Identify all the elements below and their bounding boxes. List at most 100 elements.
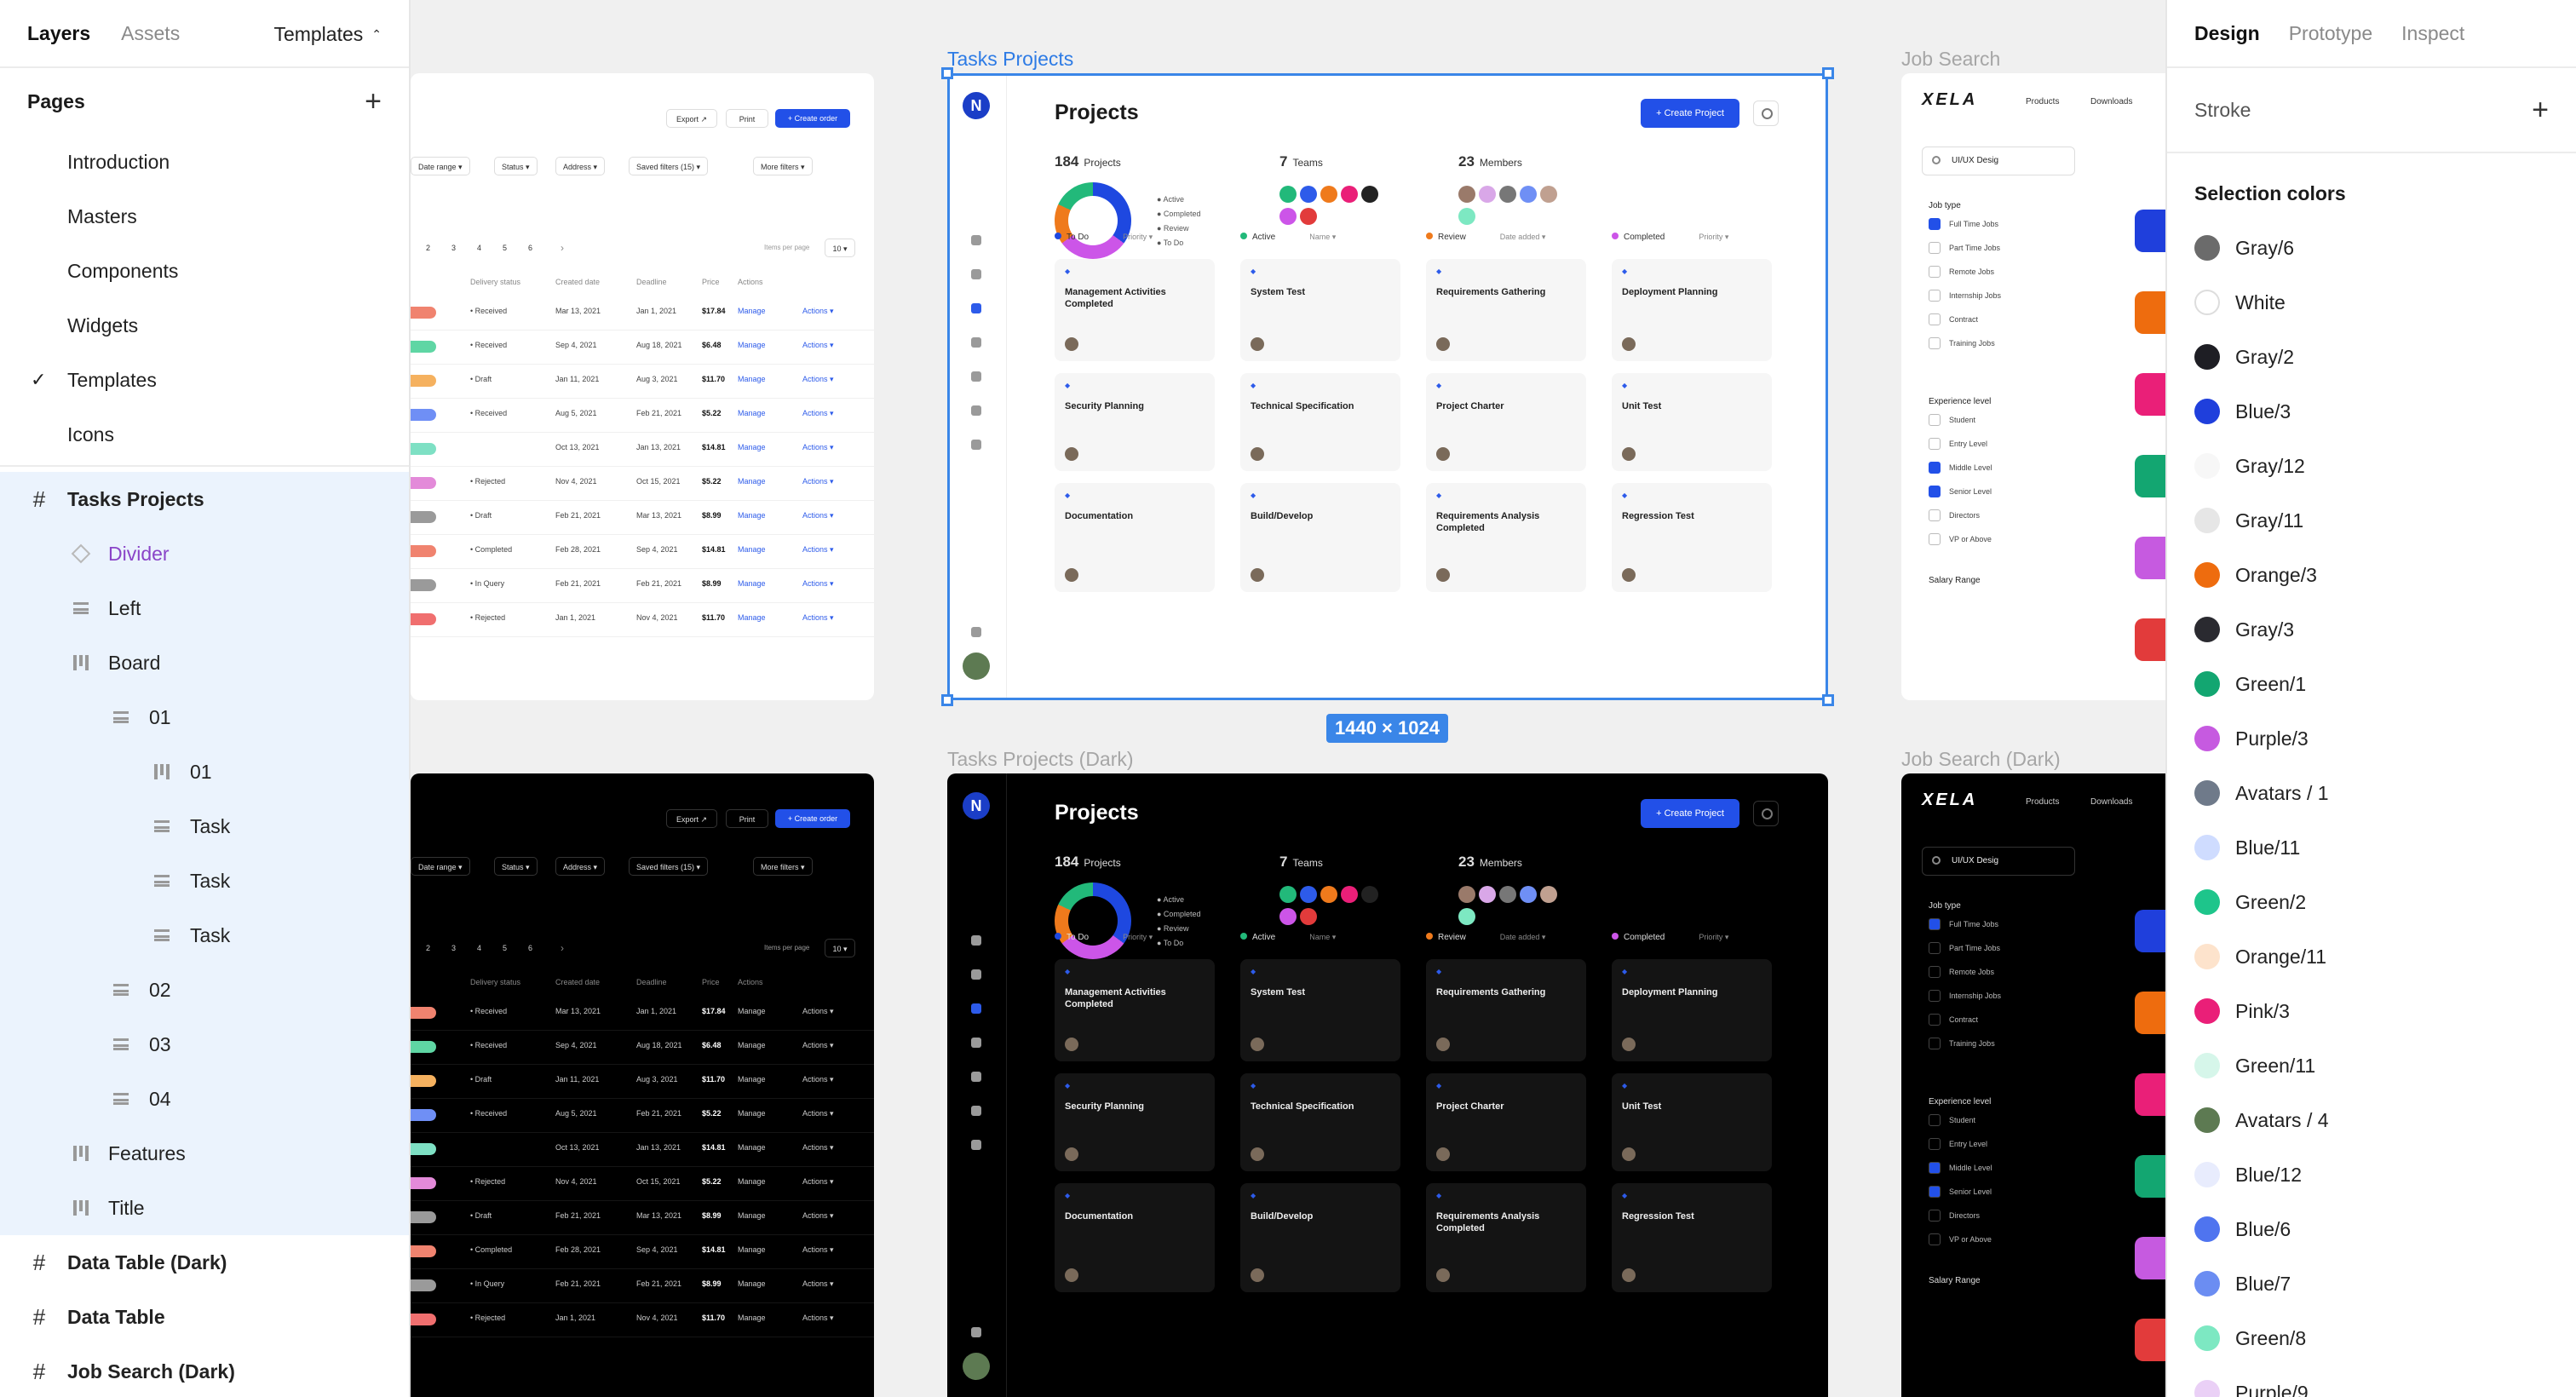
manage-link[interactable]: Manage (738, 511, 766, 520)
column-header[interactable]: Delivery status (470, 978, 520, 986)
checkbox-item[interactable]: Full Time Jobs (1929, 218, 1998, 230)
layer-title[interactable]: Title (0, 1181, 409, 1235)
column-header[interactable]: Actions (738, 278, 763, 286)
member-avatar[interactable] (1540, 886, 1557, 903)
chevron-right-icon[interactable]: › (561, 942, 564, 954)
layer-features[interactable]: Features (0, 1126, 409, 1181)
pagination-page[interactable]: 6 (528, 244, 532, 252)
column-header[interactable]: Deadline (636, 278, 667, 286)
company-logo-card[interactable] (2135, 291, 2165, 334)
task-card[interactable]: ◆ Unit Test (1612, 1073, 1772, 1171)
page-item-widgets[interactable]: Widgets (0, 298, 409, 353)
actions-dropdown[interactable]: Actions ▾ (802, 1314, 834, 1323)
selection-color-row[interactable]: Blue/12 (2167, 1147, 2576, 1202)
checkbox[interactable] (1929, 218, 1941, 230)
column-header[interactable]: Price (702, 278, 720, 286)
layer-task[interactable]: Task (0, 908, 409, 963)
team-icon[interactable] (1320, 886, 1337, 903)
print-button[interactable]: Print (726, 809, 768, 828)
filter-button[interactable]: Status ▾ (494, 857, 538, 876)
frame-label-tasks-projects[interactable]: Tasks Projects (947, 48, 1073, 71)
checkbox[interactable] (1929, 1138, 1941, 1150)
selection-color-row[interactable]: Orange/3 (2167, 548, 2576, 602)
checkbox[interactable] (1929, 337, 1941, 349)
checkbox[interactable] (1929, 918, 1941, 930)
checkbox-item[interactable]: Contract (1929, 313, 1978, 325)
member-avatar[interactable] (1479, 886, 1496, 903)
manage-link[interactable]: Manage (738, 1109, 766, 1118)
pagination-page[interactable]: 2 (426, 944, 430, 952)
layer-04[interactable]: 04 (0, 1072, 409, 1126)
selection-color-row[interactable]: Green/8 (2167, 1311, 2576, 1365)
table-row[interactable]: • Rejected Jan 1, 2021 Nov 4, 2021 $11.70 Ma… (411, 1303, 874, 1337)
actions-dropdown[interactable]: Actions ▾ (802, 613, 834, 623)
selection-color-row[interactable]: Purple/9 (2167, 1365, 2576, 1397)
table-row[interactable]: • In Query Feb 21, 2021 Feb 21, 2021 $8.99 M… (411, 569, 874, 603)
checkbox-item[interactable]: Training Jobs (1929, 337, 1995, 349)
export-button[interactable]: Export ↗ (666, 109, 717, 128)
checkbox[interactable] (1929, 486, 1941, 497)
tab-assets[interactable]: Assets (121, 22, 180, 45)
export-button[interactable]: Export ↗ (666, 809, 717, 828)
member-avatar[interactable] (1458, 908, 1475, 925)
checkbox-item[interactable]: Part Time Jobs (1929, 942, 2000, 954)
checkbox-item[interactable]: Part Time Jobs (1929, 242, 2000, 254)
table-row[interactable]: • Received Sep 4, 2021 Aug 18, 2021 $6.48 Ma… (411, 331, 874, 365)
checkbox[interactable] (1929, 509, 1941, 521)
selection-color-row[interactable]: Gray/3 (2167, 602, 2576, 657)
team-icon[interactable] (1300, 908, 1317, 925)
manage-link[interactable]: Manage (738, 443, 766, 451)
manage-link[interactable]: Manage (738, 1075, 766, 1084)
checkbox-item[interactable]: Training Jobs (1929, 1038, 1995, 1049)
checkbox-item[interactable]: Middle Level (1929, 1162, 1992, 1174)
column-sort[interactable]: Name ▾ (1309, 933, 1336, 941)
print-button[interactable]: Print (726, 109, 768, 128)
manage-link[interactable]: Manage (738, 477, 766, 486)
column-header[interactable]: Created date (555, 978, 600, 986)
resize-handle[interactable] (1822, 67, 1834, 79)
tab-design[interactable]: Design (2194, 22, 2260, 45)
pagination-page[interactable]: 5 (503, 944, 507, 952)
page-item-icons[interactable]: Icons (0, 407, 409, 462)
actions-dropdown[interactable]: Actions ▾ (802, 341, 834, 350)
create-project-button[interactable]: + Create Project (1641, 799, 1739, 828)
actions-dropdown[interactable]: Actions ▾ (802, 375, 834, 384)
company-logo-card[interactable] (2135, 455, 2165, 497)
company-logo-card[interactable] (2135, 1155, 2165, 1198)
table-row[interactable]: • Received Aug 5, 2021 Feb 21, 2021 $5.22 Ma… (411, 399, 874, 433)
checkbox[interactable] (1929, 533, 1941, 545)
checkbox-item[interactable]: VP or Above (1929, 1233, 1992, 1245)
chevron-right-icon[interactable]: › (561, 242, 564, 254)
checkbox-item[interactable]: Directors (1929, 1210, 1980, 1222)
selection-color-row[interactable]: Gray/11 (2167, 493, 2576, 548)
table-row[interactable]: • Received Mar 13, 2021 Jan 1, 2021 $17.84 M… (411, 997, 874, 1031)
selection-color-row[interactable]: Orange/11 (2167, 929, 2576, 984)
selection-color-row[interactable]: Gray/2 (2167, 330, 2576, 384)
resize-handle[interactable] (941, 694, 953, 706)
sidebar-nav-icon[interactable] (971, 1072, 981, 1082)
checkbox[interactable] (1929, 266, 1941, 278)
actions-dropdown[interactable]: Actions ▾ (802, 409, 834, 418)
checkbox-item[interactable]: VP or Above (1929, 533, 1992, 545)
nav-link[interactable]: Products (2026, 797, 2059, 807)
job-search-dark-frame[interactable]: XELA Products Downloads UI/UX Desig Job type… (1901, 773, 2165, 1397)
manage-link[interactable]: Manage (738, 1245, 766, 1254)
company-logo-card[interactable] (2135, 618, 2165, 661)
actions-dropdown[interactable]: Actions ▾ (802, 1041, 834, 1050)
filter-button[interactable]: Saved filters (15) ▾ (629, 857, 709, 876)
manage-link[interactable]: Manage (738, 1177, 766, 1186)
checkbox[interactable] (1929, 990, 1941, 1002)
checkbox-item[interactable]: Entry Level (1929, 438, 1987, 450)
nav-link[interactable]: Products (2026, 97, 2059, 106)
company-logo-card[interactable] (2135, 537, 2165, 579)
sidebar-nav-icon[interactable] (971, 1003, 981, 1014)
frame-label-job-search[interactable]: Job Search (1901, 48, 2000, 71)
checkbox[interactable] (1929, 966, 1941, 978)
selection-color-row[interactable]: Blue/11 (2167, 820, 2576, 875)
checkbox[interactable] (1929, 1186, 1941, 1198)
checkbox[interactable] (1929, 242, 1941, 254)
table-row[interactable]: • Rejected Jan 1, 2021 Nov 4, 2021 $11.70 Ma… (411, 603, 874, 637)
column-sort[interactable]: Priority ▾ (1123, 933, 1153, 941)
task-card[interactable]: ◆ Requirements Gathering (1426, 959, 1586, 1061)
manage-link[interactable]: Manage (738, 1279, 766, 1288)
